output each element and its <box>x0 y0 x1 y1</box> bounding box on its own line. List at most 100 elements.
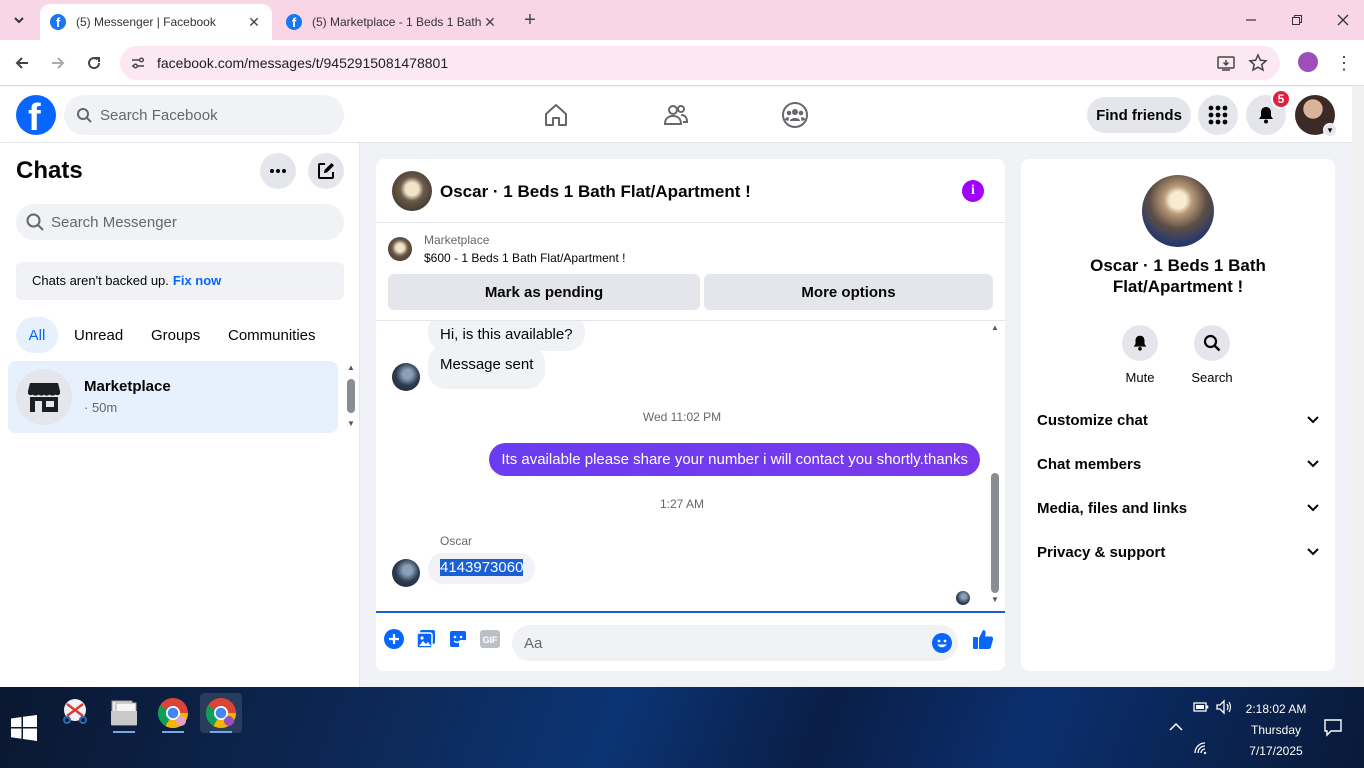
chrome-profile-avatar[interactable] <box>1298 52 1318 72</box>
more-options-button[interactable]: More options <box>704 274 993 310</box>
new-message-button[interactable] <box>308 153 344 189</box>
sender-name: Oscar <box>440 534 473 548</box>
back-button[interactable] <box>7 48 37 78</box>
taskbar-chrome-2[interactable] <box>200 693 242 733</box>
filter-all[interactable]: All <box>16 317 58 353</box>
reload-button[interactable] <box>79 48 109 78</box>
attach-media-button[interactable] <box>414 627 438 651</box>
info-icon[interactable]: i <box>962 180 984 202</box>
close-window-button[interactable] <box>1320 0 1364 40</box>
tab-search-dropdown[interactable] <box>6 8 32 32</box>
section-media-files-links[interactable]: Media, files and links <box>1037 500 1319 524</box>
scroll-down-icon[interactable]: ▼ <box>991 595 999 604</box>
restore-button[interactable] <box>1274 0 1320 40</box>
system-clock[interactable]: 2:18:02 AM Thursday 7/17/2025 <box>1236 699 1316 762</box>
marketplace-listing-bar: Marketplace $600 - 1 Beds 1 Bath Flat/Ap… <box>376 223 1005 321</box>
sender-avatar[interactable] <box>392 559 420 587</box>
emoji-icon[interactable] <box>932 633 952 653</box>
search-in-conversation-button[interactable] <box>1194 325 1230 361</box>
chats-sidebar: Chats Chats aren't backed up. Fix now All… <box>0 143 360 687</box>
backup-text: Chats aren't backed up. <box>32 273 169 288</box>
scroll-up-icon[interactable]: ▲ <box>991 323 999 332</box>
notification-center-icon[interactable] <box>1323 717 1343 737</box>
scroll-up-icon[interactable]: ▲ <box>347 363 355 372</box>
section-label: Privacy & support <box>1037 544 1166 561</box>
message-input[interactable] <box>524 625 904 661</box>
scroll-thumb[interactable] <box>991 473 999 593</box>
tab-messenger[interactable]: f (5) Messenger | Facebook ✕ <box>40 4 272 40</box>
close-tab-icon[interactable]: ✕ <box>482 14 498 30</box>
listing-title[interactable]: $600 - 1 Beds 1 Bath Flat/Apartment ! <box>424 251 625 265</box>
facebook-logo[interactable]: f <box>16 95 56 135</box>
contact-profile-picture[interactable] <box>1142 175 1214 247</box>
menu-button[interactable] <box>1198 95 1238 135</box>
messenger-search[interactable] <box>16 204 344 240</box>
chat-list-scrollbar[interactable]: ▲ ▼ <box>346 363 356 429</box>
network-icon[interactable] <box>1193 741 1209 755</box>
more-actions-button[interactable] <box>382 627 406 651</box>
taskbar-snipping-tool[interactable] <box>54 693 96 733</box>
filter-unread[interactable]: Unread <box>62 317 135 353</box>
browser-tab-strip: f (5) Messenger | Facebook ✕ f (5) Marke… <box>0 0 1364 40</box>
friends-nav[interactable] <box>658 97 694 133</box>
facebook-search[interactable] <box>64 95 344 135</box>
messenger-search-input[interactable] <box>51 204 331 240</box>
scroll-thumb[interactable] <box>347 379 355 413</box>
section-chat-members[interactable]: Chat members <box>1037 456 1319 480</box>
install-app-icon[interactable] <box>1216 53 1236 73</box>
new-tab-button[interactable]: + <box>518 8 542 32</box>
gif-button[interactable]: GIF <box>478 627 502 651</box>
sender-avatar[interactable] <box>392 363 420 391</box>
windows-start-icon[interactable] <box>11 715 37 741</box>
message-input-box[interactable] <box>512 625 958 661</box>
contact-avatar[interactable] <box>392 171 432 211</box>
filter-communities[interactable]: Communities <box>216 317 328 353</box>
address-bar[interactable]: facebook.com/messages/t/9452915081478801 <box>120 46 1280 80</box>
groups-nav[interactable] <box>777 97 813 133</box>
chat-options-button[interactable] <box>260 153 296 189</box>
tab-marketplace[interactable]: f (5) Marketplace - 1 Beds 1 Bath ✕ <box>276 4 508 40</box>
taskbar-chrome-1[interactable] <box>152 693 194 733</box>
minimize-button[interactable] <box>1228 0 1274 40</box>
mark-as-pending-button[interactable]: Mark as pending <box>388 274 700 310</box>
outgoing-message[interactable]: Its available please share your number i… <box>489 443 980 476</box>
battery-icon[interactable] <box>1193 701 1209 713</box>
taskbar-file-explorer[interactable] <box>103 693 145 733</box>
mute-action[interactable]: Mute <box>1110 325 1170 385</box>
browser-toolbar: facebook.com/messages/t/9452915081478801… <box>0 40 1364 86</box>
incoming-message[interactable]: Message sent <box>428 345 546 389</box>
message-scrollbar[interactable]: ▲ ▼ <box>989 323 1001 609</box>
sticker-button[interactable] <box>446 627 470 651</box>
chat-list-item[interactable]: Marketplace · 50m <box>8 361 338 433</box>
close-tab-icon[interactable]: ✕ <box>246 14 262 30</box>
chevron-up-icon[interactable] <box>1168 721 1184 733</box>
mute-button[interactable] <box>1122 325 1158 361</box>
filter-groups[interactable]: Groups <box>139 317 212 353</box>
section-customize-chat[interactable]: Customize chat <box>1037 412 1319 436</box>
contact-name[interactable]: Oscar · 1 Beds 1 Bath Flat/Apartment ! <box>1021 255 1335 297</box>
listing-thumbnail[interactable] <box>388 237 412 261</box>
scroll-down-icon[interactable]: ▼ <box>347 419 355 428</box>
like-button[interactable] <box>971 627 995 651</box>
speaker-icon[interactable] <box>1215 699 1233 715</box>
tab-title: (5) Marketplace - 1 Beds 1 Bath <box>312 15 482 29</box>
notification-badge: 5 <box>1271 89 1291 109</box>
facebook-search-input[interactable] <box>100 95 330 135</box>
incoming-message[interactable]: 4143973060 <box>428 553 536 584</box>
fix-now-link[interactable]: Fix now <box>173 273 221 288</box>
bookmark-star-icon[interactable] <box>1248 53 1268 73</box>
shop-icon <box>28 383 60 412</box>
conversation-title[interactable]: Oscar · 1 Beds 1 Bath Flat/Apartment ! <box>440 182 751 202</box>
clock-date: 7/17/2025 <box>1249 744 1303 758</box>
section-privacy-support[interactable]: Privacy & support <box>1037 544 1319 568</box>
home-nav[interactable] <box>538 97 574 133</box>
forward-button[interactable] <box>43 48 73 78</box>
compose-icon <box>318 163 334 179</box>
find-friends-button[interactable]: Find friends <box>1087 97 1191 133</box>
account-avatar[interactable]: ▾ <box>1295 95 1337 137</box>
browser-menu-icon[interactable]: ⋮ <box>1334 50 1354 76</box>
search-action[interactable]: Search <box>1182 325 1242 385</box>
selected-phone-number[interactable]: 4143973060 <box>440 559 524 576</box>
site-settings-icon[interactable] <box>128 53 148 73</box>
page-scrollbar[interactable] <box>1352 87 1364 687</box>
